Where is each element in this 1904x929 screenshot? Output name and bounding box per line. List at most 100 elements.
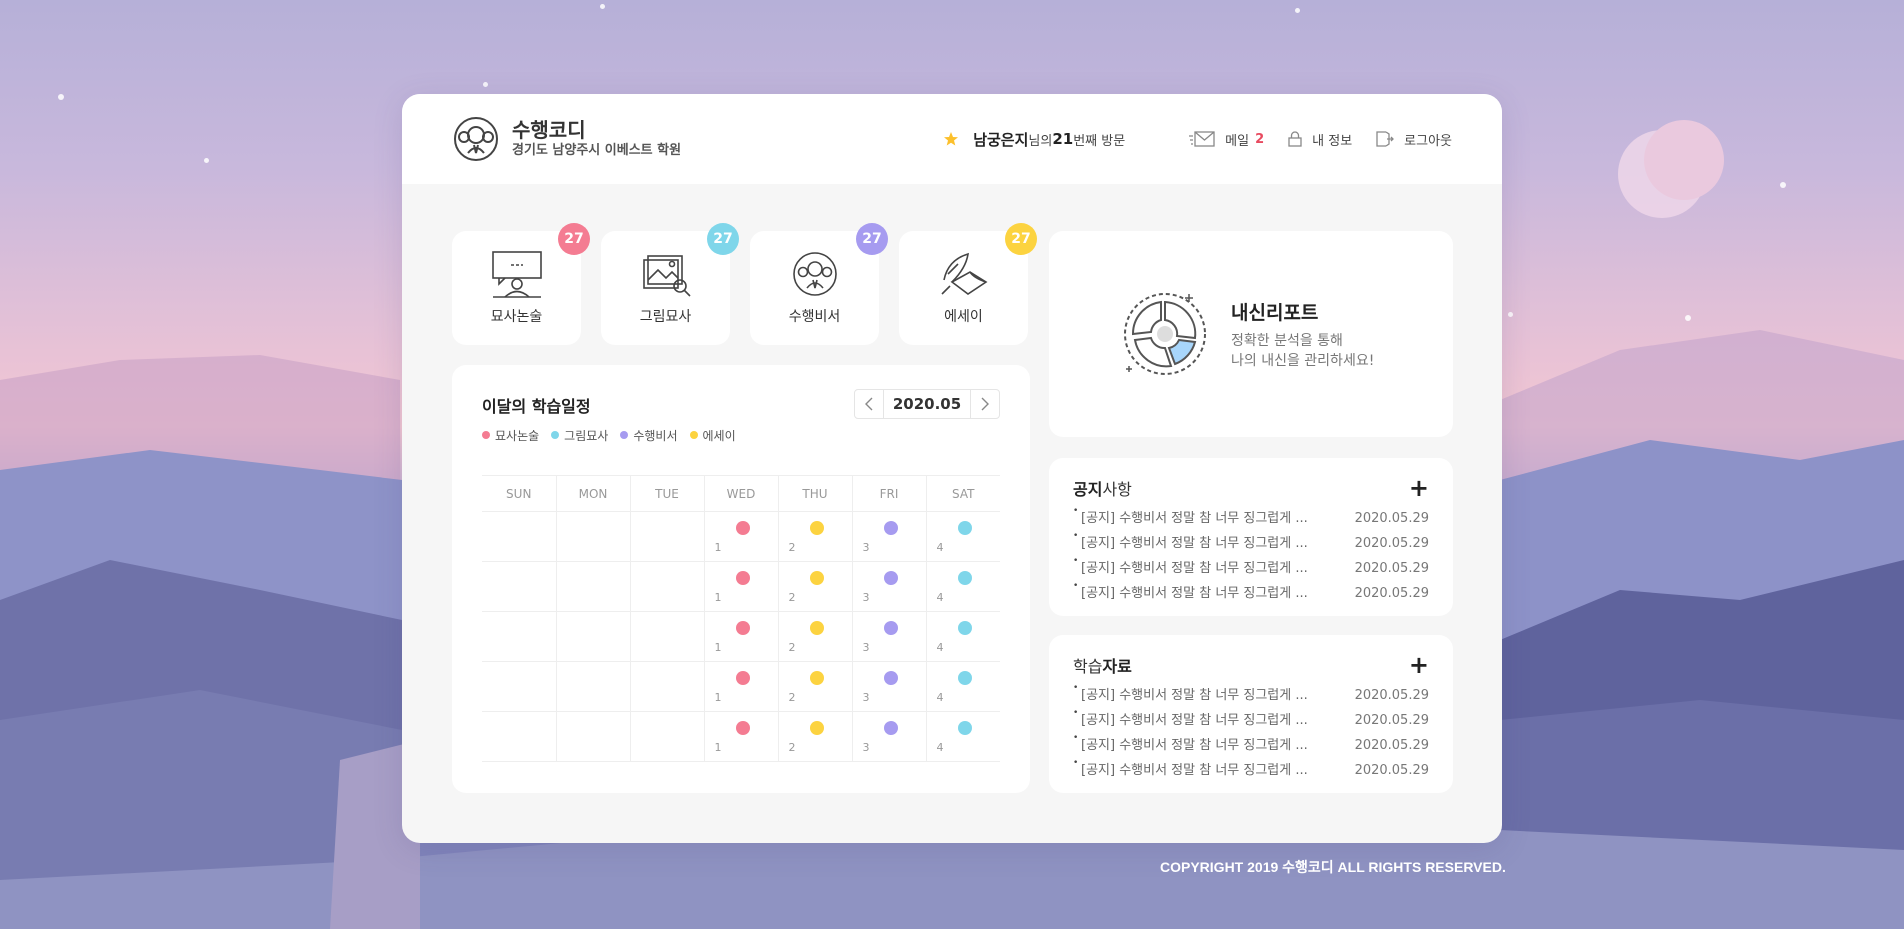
materials-more-button[interactable]: +	[1409, 653, 1429, 677]
calendar-week-row: 1 2 3 4	[482, 611, 1000, 662]
list-item-date: 2020.05.29	[1354, 763, 1429, 778]
tile-essay[interactable]: 에세이 27	[899, 223, 1037, 345]
list-item[interactable]: [공지] 수행비서 정말 참 너무 징그럽게 ... 2020.05.29	[1073, 531, 1429, 556]
day-number: 1	[714, 641, 722, 654]
notice-more-button[interactable]: +	[1409, 476, 1429, 500]
list-item-title: [공지] 수행비서 정말 참 너무 징그럽게 ...	[1073, 683, 1308, 708]
star-decoration	[1685, 315, 1691, 321]
list-item-title: [공지] 수행비서 정말 참 너무 징그럽게 ...	[1073, 758, 1308, 783]
weekday-header: SUN MON TUE WED THU FRI SAT	[482, 475, 1000, 512]
list-item[interactable]: [공지] 수행비서 정말 참 너무 징그럽게 ... 2020.05.29	[1073, 733, 1429, 758]
legend-item: 수행비서	[620, 427, 678, 444]
day-number: 3	[862, 691, 870, 704]
schedule-dot	[883, 621, 898, 635]
calendar-day-cell[interactable]: 4	[925, 611, 1000, 662]
schedule-dot	[735, 621, 750, 635]
calendar-day-cell[interactable]: 1	[703, 561, 778, 612]
calendar-day-cell	[482, 511, 556, 562]
category-tiles: 묘사논술 27 그림묘사 27 수행비서 27 에세이 27	[452, 223, 1037, 345]
visit-count: 21	[1052, 130, 1074, 148]
schedule-dot	[735, 571, 750, 585]
materials-board: 학습자료 + [공지] 수행비서 정말 참 너무 징그럽게 ... 2020.05…	[1049, 635, 1453, 793]
calendar-day-cell	[629, 711, 704, 762]
schedule-dot	[735, 671, 750, 685]
month-navigator: 2020.05	[854, 389, 1000, 419]
weekday-label: WED	[703, 475, 778, 512]
day-number: 3	[862, 741, 870, 754]
day-number: 2	[788, 641, 796, 654]
list-item-title: [공지] 수행비서 정말 참 너무 징그럽게 ...	[1073, 556, 1308, 581]
tile-performance-assistant[interactable]: 수행비서 27	[750, 223, 888, 345]
mail-link[interactable]: 메일 2	[1189, 130, 1264, 149]
calendar-day-cell[interactable]: 3	[851, 611, 926, 662]
main-panel: 수행코디 경기도 남양주시 이베스트 학원 남궁은지 님의 21 번째 방문 메…	[402, 94, 1502, 843]
my-info-link[interactable]: 내 정보	[1288, 130, 1352, 149]
lock-icon	[1288, 131, 1302, 147]
calendar-day-cell[interactable]: 1	[703, 611, 778, 662]
list-item-title: [공지] 수행비서 정말 참 너무 징그럽게 ...	[1073, 506, 1308, 531]
brand-logo[interactable]: 수행코디 경기도 남양주시 이베스트 학원	[452, 115, 681, 163]
next-month-button[interactable]	[971, 390, 999, 418]
calendar-day-cell[interactable]: 1	[703, 511, 778, 562]
calendar-week-row: 1 2 3 4	[482, 561, 1000, 612]
calendar-day-cell[interactable]: 2	[777, 661, 852, 712]
schedule-dot	[957, 571, 972, 585]
list-item[interactable]: [공지] 수행비서 정말 참 너무 징그럽게 ... 2020.05.29	[1073, 556, 1429, 581]
brand-name: 수행코디	[512, 118, 586, 142]
calendar-week-row: 1 2 3 4	[482, 661, 1000, 712]
day-number: 4	[936, 541, 944, 554]
count-badge: 27	[1005, 223, 1037, 255]
calendar-day-cell[interactable]: 4	[925, 661, 1000, 712]
tile-picture-description[interactable]: 그림묘사 27	[601, 223, 739, 345]
day-number: 3	[862, 591, 870, 604]
calendar-day-cell[interactable]: 1	[703, 661, 778, 712]
tile-label: 그림묘사	[639, 309, 692, 325]
prev-month-button[interactable]	[855, 390, 883, 418]
visit-text-suffix: 번째 방문	[1073, 133, 1126, 149]
list-item[interactable]: [공지] 수행비서 정말 참 너무 징그럽게 ... 2020.05.29	[1073, 683, 1429, 708]
visit-text: 님의	[1028, 133, 1053, 149]
calendar-day-cell[interactable]: 3	[851, 511, 926, 562]
schedule-dot	[883, 571, 898, 585]
list-item[interactable]: [공지] 수행비서 정말 참 너무 징그럽게 ... 2020.05.29	[1073, 506, 1429, 531]
list-item[interactable]: [공지] 수행비서 정말 참 너무 징그럽게 ... 2020.05.29	[1073, 708, 1429, 733]
schedule-dot	[957, 671, 972, 685]
schedule-dot	[735, 721, 750, 735]
star-decoration	[1295, 8, 1300, 13]
day-number: 4	[936, 641, 944, 654]
schedule-dot	[883, 721, 898, 735]
grade-report-card[interactable]: 내신리포트 정확한 분석을 통해 나의 내신을 관리하세요!	[1049, 231, 1453, 437]
logout-icon	[1376, 131, 1395, 147]
calendar-day-cell[interactable]: 3	[851, 661, 926, 712]
calendar-day-cell[interactable]: 2	[777, 711, 852, 762]
calendar-day-cell	[555, 511, 630, 562]
schedule-dot	[957, 521, 972, 535]
assistant-team-icon	[792, 252, 837, 296]
calendar-day-cell[interactable]: 4	[925, 511, 1000, 562]
calendar-day-cell[interactable]: 2	[777, 611, 852, 662]
star-decoration	[58, 94, 64, 100]
calendar-day-cell[interactable]: 2	[777, 561, 852, 612]
calendar-day-cell[interactable]: 1	[703, 711, 778, 762]
user-name: 남궁은지	[973, 130, 1029, 149]
calendar-day-cell[interactable]: 3	[851, 711, 926, 762]
star-decoration	[204, 158, 209, 163]
count-badge: 27	[707, 223, 739, 255]
list-item[interactable]: [공지] 수행비서 정말 참 너무 징그럽게 ... 2020.05.29	[1073, 581, 1429, 606]
schedule-legend: 묘사논술 그림묘사 수행비서 에세이	[482, 427, 1000, 444]
weekday-label: SUN	[482, 475, 556, 512]
calendar-day-cell	[629, 611, 704, 662]
calendar-day-cell[interactable]: 3	[851, 561, 926, 612]
logout-link[interactable]: 로그아웃	[1376, 130, 1452, 149]
day-number: 3	[862, 641, 870, 654]
list-item[interactable]: [공지] 수행비서 정말 참 너무 징그럽게 ... 2020.05.29	[1073, 758, 1429, 783]
star-icon	[944, 132, 959, 146]
calendar-day-cell[interactable]: 4	[925, 711, 1000, 762]
list-item-date: 2020.05.29	[1354, 738, 1429, 753]
star-decoration	[483, 82, 488, 87]
tile-descriptive-essay[interactable]: 묘사논술 27	[452, 223, 590, 345]
calendar-day-cell[interactable]: 2	[777, 511, 852, 562]
materials-title: 학습자료	[1073, 657, 1132, 676]
visit-info: 남궁은지 님의 21 번째 방문	[943, 129, 1125, 150]
calendar-day-cell[interactable]: 4	[925, 561, 1000, 612]
